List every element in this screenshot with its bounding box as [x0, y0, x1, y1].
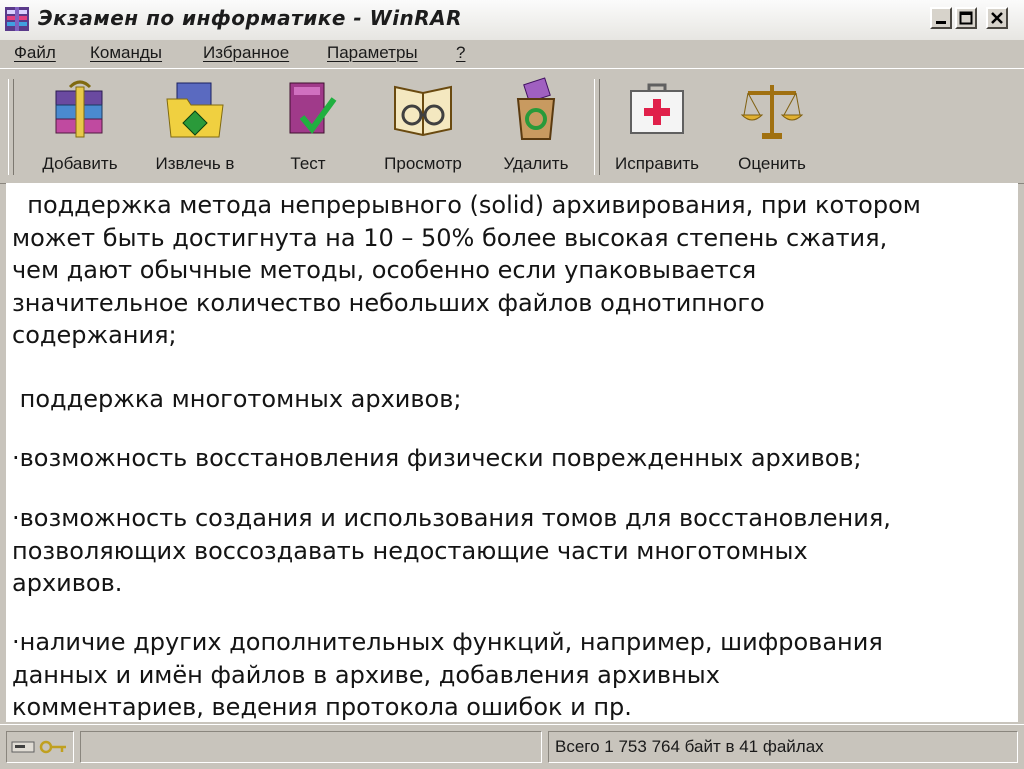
- maximize-icon: [959, 11, 973, 25]
- text-line: поддержка метода непрерывного (solid) ар…: [12, 191, 921, 219]
- repair-button[interactable]: Исправить: [602, 77, 712, 174]
- extract-folder-icon: [166, 82, 224, 138]
- test-check-icon: [289, 82, 337, 134]
- extract-label: Извлечь в: [155, 154, 235, 173]
- title-bar: Экзамен по информатике - WinRAR: [0, 0, 1024, 41]
- text-line: значительное количество небольших файлов…: [12, 288, 765, 317]
- first-aid-kit-icon: [630, 83, 684, 134]
- view-button[interactable]: Просмотр: [368, 77, 478, 174]
- winrar-app-icon[interactable]: [4, 6, 30, 32]
- test-button[interactable]: Тест: [258, 77, 358, 174]
- minimize-icon: [936, 21, 946, 24]
- text-line: ·наличие других дополнительных функций, …: [12, 628, 883, 656]
- test-label: Тест: [290, 154, 326, 173]
- paragraph-recovery: ·возможность восстановления физически по…: [12, 442, 862, 475]
- menu-commands[interactable]: Команды: [90, 43, 162, 63]
- paragraph-multivolume: поддержка многотомных архивов;: [12, 383, 462, 416]
- drive-key-icon[interactable]: [10, 736, 70, 758]
- text-line: ·возможность восстановления физически по…: [12, 444, 862, 472]
- estimate-label: Оценить: [738, 154, 806, 173]
- menu-bar: Файл Команды Избранное Параметры ?: [0, 40, 1024, 68]
- text-line: поддержка многотомных архивов;: [12, 385, 462, 413]
- menu-help[interactable]: ?: [456, 43, 465, 63]
- text-line: комментариев, ведения протокола ошибок и…: [12, 693, 632, 721]
- status-bar: Всего 1 753 764 байт в 41 файлах: [0, 724, 1024, 769]
- paragraph-solid: поддержка метода непрерывного (solid) ар…: [12, 189, 921, 352]
- add-button[interactable]: Добавить: [30, 77, 130, 174]
- minimize-button[interactable]: [930, 7, 952, 29]
- text-line: содержания;: [12, 321, 177, 349]
- status-summary-cell: Всего 1 753 764 байт в 41 файлах: [548, 731, 1018, 763]
- delete-label: Удалить: [503, 154, 569, 173]
- text-line: архивов.: [12, 569, 123, 597]
- close-icon: [991, 12, 1003, 24]
- view-label: Просмотр: [384, 154, 462, 173]
- text-line: данных и имён файлов в архиве, добавлени…: [12, 660, 720, 689]
- recycle-bin-icon: [516, 77, 556, 140]
- status-icons-cell: [6, 731, 74, 763]
- status-selection-cell: [80, 731, 542, 763]
- menu-file[interactable]: Файл: [14, 43, 56, 63]
- text-line: чем дают обычные методы, особенно если у…: [12, 256, 757, 284]
- toolbar-grip[interactable]: [8, 79, 14, 175]
- toolbar: Добавить Извлечь в Тест Просмотр Удалить…: [0, 68, 1024, 184]
- maximize-button[interactable]: [955, 7, 977, 29]
- menu-favorites[interactable]: Избранное: [203, 43, 289, 63]
- view-book-glasses-icon: [394, 85, 452, 137]
- menu-options[interactable]: Параметры: [327, 43, 418, 63]
- extract-button[interactable]: Извлечь в: [140, 77, 250, 174]
- add-label: Добавить: [42, 154, 118, 173]
- repair-label: Исправить: [614, 154, 699, 173]
- estimate-button[interactable]: Оценить: [722, 77, 822, 174]
- paragraph-recovery-volumes: ·возможность создания и использования то…: [12, 502, 891, 600]
- text-line: ·возможность создания и использования то…: [12, 504, 891, 532]
- window-title: Экзамен по информатике - WinRAR: [38, 6, 463, 30]
- delete-button[interactable]: Удалить: [488, 77, 584, 174]
- status-summary: Всего 1 753 764 байт в 41 файлах: [555, 737, 824, 756]
- text-line: может быть достигнута на 10 – 50% более …: [12, 223, 888, 252]
- scales-icon: [740, 85, 804, 139]
- paragraph-extra-functions: ·наличие других дополнительных функций, …: [12, 626, 883, 722]
- toolbar-separator: [594, 79, 600, 175]
- archive-books-icon: [55, 80, 103, 138]
- close-button[interactable]: [986, 7, 1008, 29]
- content-area: поддержка метода непрерывного (solid) ар…: [6, 183, 1018, 722]
- text-line: позволяющих воссоздавать недостающие час…: [12, 536, 808, 565]
